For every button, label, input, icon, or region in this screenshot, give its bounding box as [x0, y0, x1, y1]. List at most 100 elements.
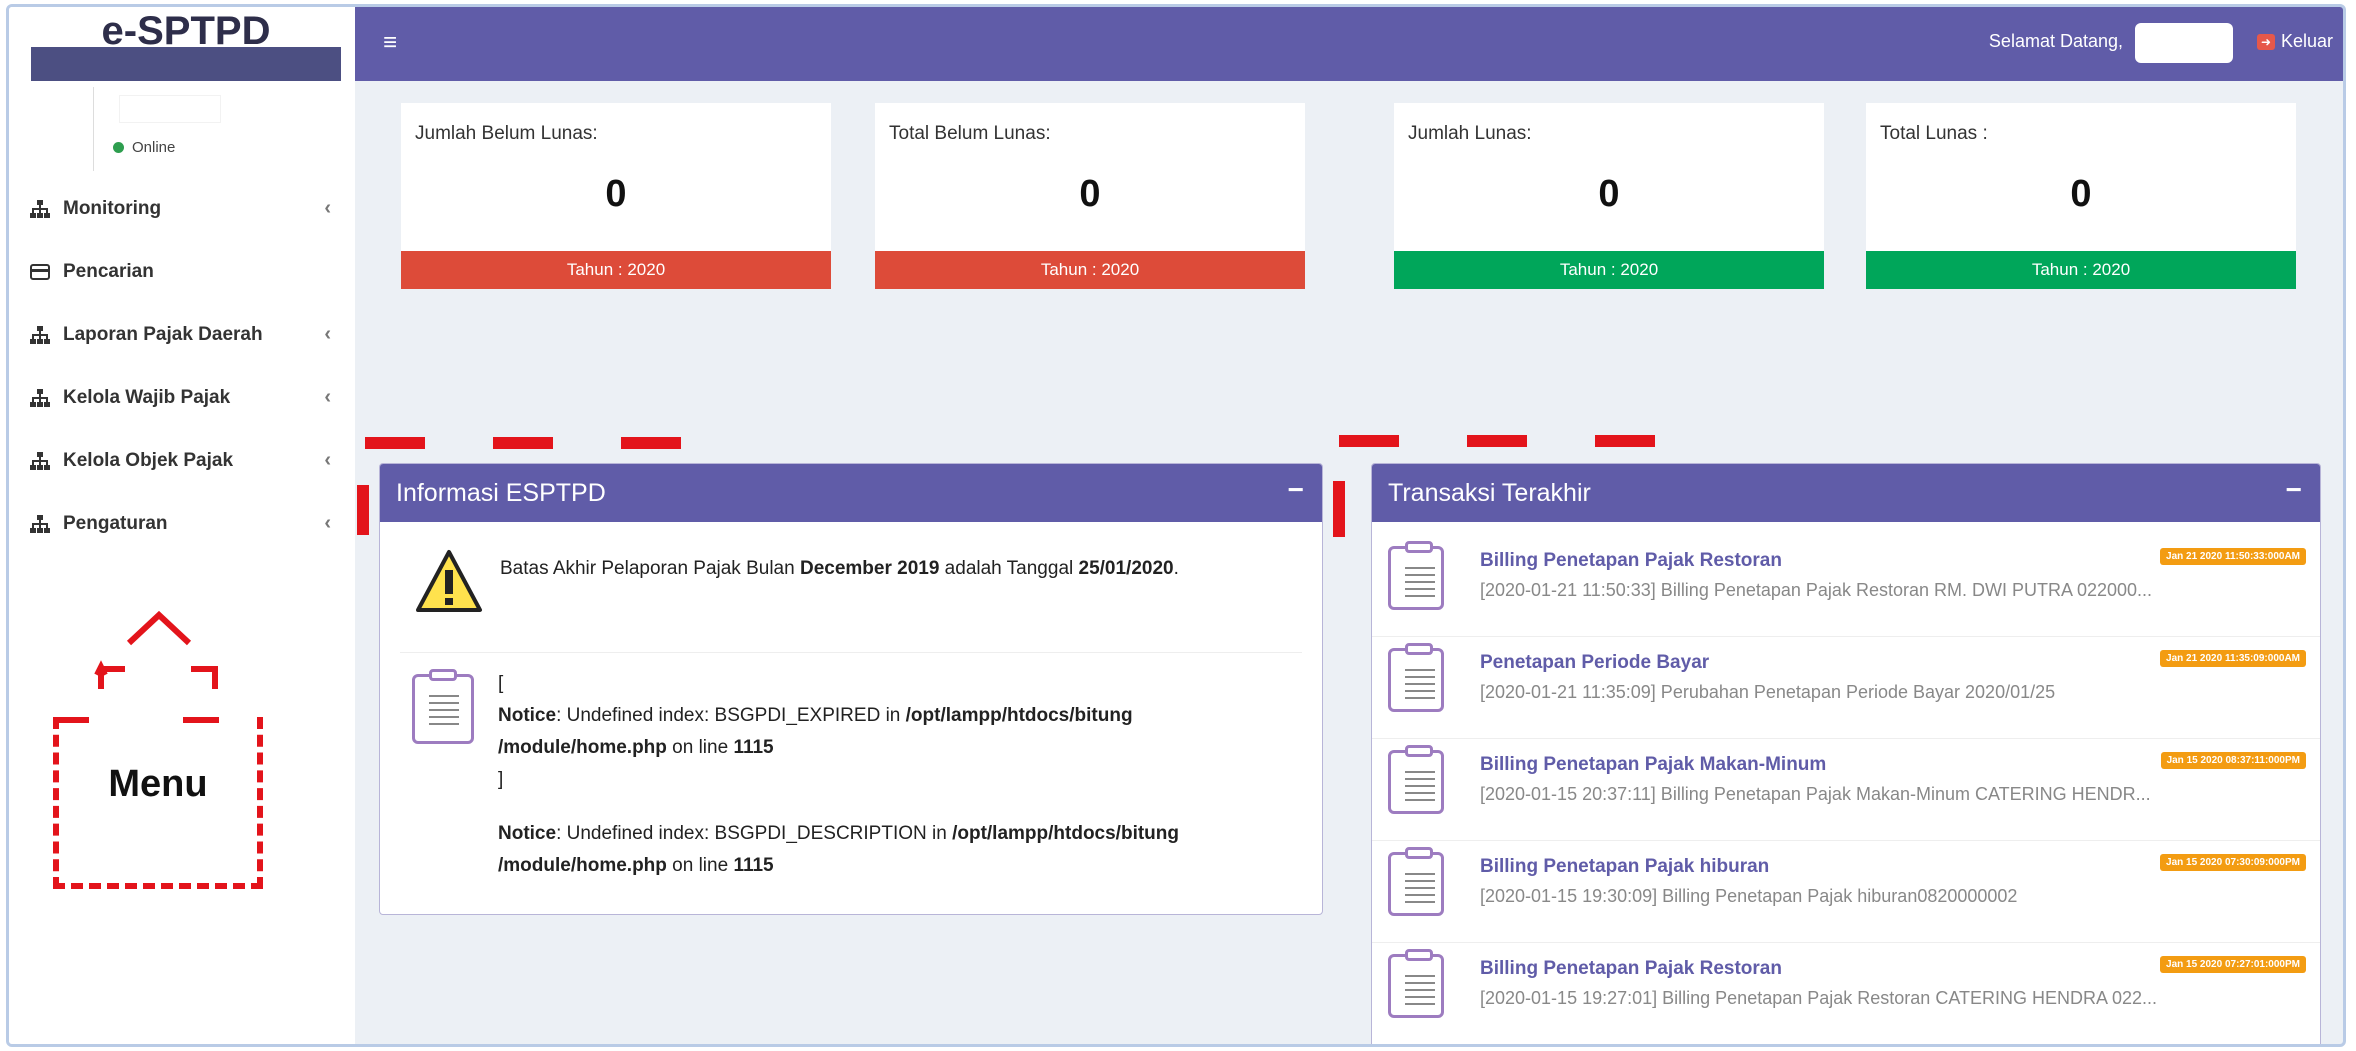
chevron-left-icon: ‹ — [324, 386, 331, 408]
info-box: Informasi ESPTPD − Batas Akhir Pelaporan… — [379, 463, 1323, 915]
info-box-title: Informasi ESPTPD — [396, 478, 606, 507]
chevron-left-icon: ‹ — [324, 197, 331, 219]
sidebar-item-pengaturan[interactable]: Pengaturan ‹ — [9, 492, 355, 555]
list-item[interactable]: Billing Penetapan Pajak Restoran Jan 15 … — [1372, 942, 2320, 1044]
sidebar-item-label: Laporan Pajak Daerah — [63, 323, 263, 345]
list-item[interactable]: Billing Penetapan Pajak Restoran Jan 21 … — [1372, 534, 2320, 637]
notice-label: Notice — [498, 823, 557, 844]
transaksi-desc: [2020-01-15 19:27:01] Billing Penetapan … — [1480, 988, 2158, 1008]
transaksi-desc: [2020-01-15 19:30:09] Billing Penetapan … — [1480, 886, 2018, 906]
menu-annotation-arrows-icon — [94, 610, 218, 689]
clipboard-icon — [1388, 643, 1444, 712]
notice-text: [ Notice: Undefined index: BSGPDI_EXPIRE… — [498, 668, 1278, 882]
deadline-month: December 2019 — [799, 558, 940, 579]
sidebar-item-laporan-pajak-daerah[interactable]: Laporan Pajak Daerah ‹ — [9, 303, 355, 366]
transaksi-title-link[interactable]: Billing Penetapan Pajak Restoran — [1480, 958, 1782, 980]
transaksi-box-header: Transaksi Terakhir − — [1372, 464, 2320, 522]
notice1-line: 1115 — [733, 737, 774, 758]
minimize-button[interactable]: − — [2286, 474, 2302, 506]
list-item[interactable]: Billing Penetapan Pajak Makan-Minum Jan … — [1372, 738, 2320, 841]
logo-area: e-SPTPD — [9, 7, 355, 83]
notice1-text: : Undefined index: BSGPDI_EXPIRED in — [556, 705, 906, 726]
stat-value: 0 — [605, 173, 627, 215]
clipboard-icon — [412, 669, 474, 744]
sidebar-item-kelola-wajib-pajak[interactable]: Kelola Wajib Pajak ‹ — [9, 366, 355, 429]
notice-row: [ Notice: Undefined index: BSGPDI_EXPIRE… — [412, 669, 1322, 882]
stat-card-total-lunas: Total Lunas : 0 Tahun : 2020 — [1866, 103, 2296, 289]
stat-footer: Tahun : 2020 — [1394, 251, 1824, 289]
stat-value: 0 — [2070, 173, 2092, 215]
sitemap-icon — [29, 451, 51, 471]
list-item[interactable]: Billing Penetapan Pajak hiburan Jan 15 2… — [1372, 840, 2320, 943]
annotation-dash — [365, 437, 695, 449]
stat-value: 0 — [1598, 173, 1620, 215]
sidebar-item-label: Kelola Objek Pajak — [63, 449, 234, 471]
welcome-text: Selamat Datang, — [1988, 31, 2123, 51]
transaksi-title-link[interactable]: Billing Penetapan Pajak Makan-Minum — [1480, 754, 1826, 776]
menu-annotation-label: Menu — [108, 763, 208, 805]
list-item[interactable]: Penetapan Periode Bayar Jan 21 2020 11:3… — [1372, 636, 2320, 739]
app-logo[interactable]: e-SPTPD — [31, 7, 341, 55]
notice-2: Notice: Undefined index: BSGPDI_DESCRIPT… — [498, 818, 1278, 882]
sidebar-item-label: Kelola Wajib Pajak — [63, 386, 231, 408]
sidebar-item-label: Monitoring — [63, 197, 162, 219]
notice2-line: 1115 — [733, 855, 774, 876]
stat-value: 0 — [1079, 173, 1101, 215]
sitemap-icon — [29, 388, 51, 408]
sidebar: e-SPTPD Online Monitoring ‹ Pencarian La… — [9, 7, 355, 1044]
stat-footer: Tahun : 2020 — [401, 251, 831, 289]
sign-out-icon: ➜ — [2256, 33, 2275, 50]
logout-button[interactable]: ➜ Keluar — [2256, 31, 2333, 52]
transaksi-title-link[interactable]: Billing Penetapan Pajak Restoran — [1480, 550, 1782, 572]
transaksi-title-link[interactable]: Billing Penetapan Pajak hiburan — [1480, 856, 1769, 878]
deadline-date: 25/01/2020 — [1078, 558, 1174, 579]
transaksi-box-title: Transaksi Terakhir — [1388, 478, 1591, 507]
sitemap-icon — [29, 199, 51, 219]
chevron-left-icon: ‹ — [324, 323, 331, 345]
stat-footer: Tahun : 2020 — [1866, 251, 2296, 289]
sidebar-menu: Monitoring ‹ Pencarian Laporan Pajak Dae… — [9, 177, 355, 555]
sidebar-item-kelola-objek-pajak[interactable]: Kelola Objek Pajak ‹ — [9, 429, 355, 492]
warning-icon — [416, 550, 482, 612]
clipboard-icon — [1388, 745, 1444, 814]
deadline-row: Batas Akhir Pelaporan Pajak Bulan Decemb… — [414, 548, 1322, 614]
timestamp-badge: Jan 21 2020 11:35:09:000AM — [2160, 650, 2306, 667]
stat-footer: Tahun : 2020 — [875, 251, 1305, 289]
app-window: e-SPTPD Online Monitoring ‹ Pencarian La… — [6, 4, 2346, 1047]
notice2-line-text: on line — [666, 855, 734, 876]
hamburger-menu-icon[interactable]: ≡ — [383, 29, 397, 57]
annotation-dash — [1333, 481, 1345, 537]
notice-1: Notice: Undefined index: BSGPDI_EXPIRED … — [498, 700, 1278, 764]
stat-card-jumlah-belum-lunas: Jumlah Belum Lunas: 0 Tahun : 2020 — [401, 103, 831, 289]
transaksi-desc: [2020-01-21 11:35:09] Perubahan Penetapa… — [1480, 682, 2056, 702]
transaksi-title-link[interactable]: Penetapan Periode Bayar — [1480, 652, 1709, 674]
divider — [400, 652, 1302, 653]
chevron-left-icon: ‹ — [324, 449, 331, 471]
username-redacted[interactable] — [2135, 23, 2233, 63]
user-name-redacted — [119, 95, 221, 123]
stat-label: Jumlah Belum Lunas: — [415, 123, 598, 144]
credit-card-icon — [29, 262, 51, 282]
clipboard-icon — [1388, 949, 1444, 1018]
user-status-label: Online — [132, 139, 176, 156]
notice1-line-text: on line — [666, 737, 734, 758]
sitemap-icon — [29, 514, 51, 534]
timestamp-badge: Jan 15 2020 07:27:01:000PM — [2160, 956, 2306, 973]
timestamp-badge: Jan 15 2020 08:37:11:000PM — [2160, 752, 2306, 769]
deadline-pre: Batas Akhir Pelaporan Pajak Bulan — [500, 558, 800, 579]
user-panel: Online — [9, 83, 355, 175]
annotation-dash — [357, 485, 369, 535]
transaksi-desc: [2020-01-21 11:50:33] Billing Penetapan … — [1480, 580, 2153, 600]
stat-label: Jumlah Lunas: — [1408, 123, 1532, 144]
minimize-button[interactable]: − — [1288, 474, 1304, 506]
logout-label: Keluar — [2280, 31, 2333, 51]
open-bracket: [ — [498, 673, 504, 694]
timestamp-badge: Jan 15 2020 07:30:09:000PM — [2160, 854, 2306, 871]
deadline-text: Batas Akhir Pelaporan Pajak Bulan Decemb… — [500, 552, 1179, 614]
sidebar-item-monitoring[interactable]: Monitoring ‹ — [9, 177, 355, 240]
sidebar-item-pencarian[interactable]: Pencarian — [9, 240, 355, 303]
stat-card-total-belum-lunas: Total Belum Lunas: 0 Tahun : 2020 — [875, 103, 1305, 289]
annotation-dash — [1339, 435, 1669, 447]
info-box-header: Informasi ESPTPD − — [380, 464, 1322, 522]
transaksi-desc: [2020-01-15 20:37:11] Billing Penetapan … — [1480, 784, 2151, 804]
